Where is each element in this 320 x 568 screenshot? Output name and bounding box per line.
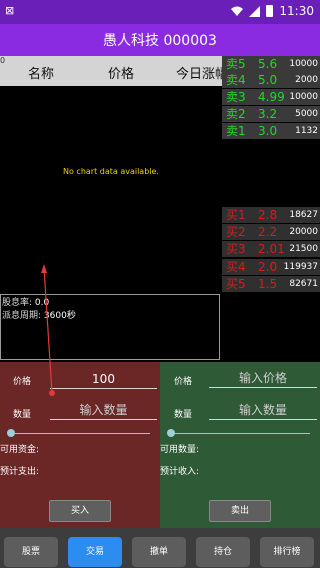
buy-level-label: 买1 [226, 208, 246, 222]
column-change: 今日涨幅 [176, 67, 222, 82]
buy-level-volume: 21500 [289, 244, 318, 254]
dividend-period-value: 3600秒 [43, 311, 76, 321]
stock-list-header: 0 名称 价格 今日涨幅 [0, 56, 222, 86]
status-icons: 11:30 [231, 4, 314, 18]
buy-level-label: 买4 [226, 260, 246, 274]
order-book-buy-1[interactable]: 买1 2.8 18627 [222, 207, 320, 223]
sell-qty-slider-track[interactable] [170, 433, 310, 434]
notification-icon: ⊠ [5, 4, 15, 17]
buy-level-volume: 18627 [289, 210, 318, 220]
order-book-buy-2[interactable]: 买2 2.2 20000 [222, 224, 320, 240]
sell-level-label: 卖1 [226, 124, 246, 138]
buy-price-input[interactable] [50, 369, 157, 389]
nav-cancel-order[interactable]: 撤单 [132, 537, 186, 567]
sell-qty-label: 数量 [174, 410, 193, 420]
buy-button[interactable]: 买入 [49, 500, 111, 522]
sell-qty-slider-knob[interactable] [167, 429, 175, 437]
sell-level-label: 卖5 [226, 57, 246, 71]
dividend-period-row: 派息周期: 3600秒 [2, 310, 218, 323]
sell-level-price: 3.0 [258, 124, 278, 138]
sell-panel: 价格 数量 可用数量: 预计收入: 卖出 [160, 362, 320, 528]
page-title: 愚人科技 000003 [103, 33, 217, 49]
sell-level-volume: 10000 [289, 59, 318, 69]
nav-stocks[interactable]: 股票 [4, 537, 58, 567]
buy-level-label: 买2 [226, 225, 246, 239]
sell-level-price: 5.6 [258, 57, 278, 71]
signal-icon [249, 5, 261, 17]
sell-level-volume: 1132 [295, 126, 318, 136]
status-bar: ⊠ 11:30 [0, 0, 320, 24]
sell-level-volume: 10000 [289, 92, 318, 102]
nav-trade[interactable]: 交易 [68, 537, 122, 567]
nav-leaderboard[interactable]: 排行榜 [260, 537, 314, 567]
bottom-nav: 股票 交易 撤单 持仓 排行榜 [0, 528, 320, 568]
available-funds-label: 可用资金: [0, 445, 40, 455]
order-book-sell-4[interactable]: 卖4 5.0 2000 [222, 72, 320, 88]
buy-level-label: 买5 [226, 277, 246, 291]
sell-price-label: 价格 [174, 377, 193, 387]
dividend-period-label: 派息周期: [2, 311, 42, 321]
buy-price-label: 价格 [13, 377, 32, 387]
sell-button[interactable]: 卖出 [209, 500, 271, 522]
price-chart: No chart data available. [0, 86, 222, 294]
sell-level-volume: 5000 [295, 109, 318, 119]
order-book-buy-4[interactable]: 买4 2.0 119937 [222, 259, 320, 275]
wifi-icon [231, 6, 244, 16]
buy-level-volume: 20000 [289, 227, 318, 237]
clock: 11:30 [279, 4, 314, 18]
dividend-info-box: 股息率: 0.0 派息周期: 3600秒 [0, 294, 220, 360]
buy-qty-slider-track[interactable] [10, 433, 150, 434]
buy-qty-label: 数量 [13, 410, 32, 420]
order-book-sell-5[interactable]: 卖5 5.6 10000 [222, 56, 320, 72]
buy-level-label: 买3 [226, 242, 246, 256]
column-price: 价格 [108, 67, 135, 82]
sell-price-input[interactable] [209, 368, 317, 388]
order-book-sell-3[interactable]: 卖3 4.99 10000 [222, 89, 320, 105]
header-corner-value: 0 [0, 56, 6, 65]
dividend-rate-row: 股息率: 0.0 [2, 297, 218, 310]
sell-level-price: 5.0 [258, 73, 278, 87]
buy-qty-input[interactable] [50, 400, 157, 420]
dividend-rate-label: 股息率: [2, 298, 33, 308]
sell-level-label: 卖3 [226, 90, 246, 104]
estimated-income-label: 预计收入: [160, 467, 200, 477]
sell-level-price: 4.99 [258, 90, 285, 104]
buy-level-volume: 82671 [289, 279, 318, 289]
title-bar: 愚人科技 000003 [0, 24, 320, 56]
sell-level-label: 卖2 [226, 107, 246, 121]
order-book-sell-2[interactable]: 卖2 3.2 5000 [222, 106, 320, 122]
estimated-cost-label: 预计支出: [0, 467, 40, 477]
column-name: 名称 [28, 67, 55, 82]
chart-empty-message: No chart data available. [63, 167, 159, 176]
sell-level-volume: 2000 [295, 75, 318, 85]
buy-level-price: 2.0 [258, 260, 278, 274]
buy-level-price: 2.01 [258, 242, 285, 256]
battery-icon [266, 5, 274, 17]
sell-qty-input[interactable] [209, 400, 317, 420]
sell-level-label: 卖4 [226, 73, 246, 87]
available-qty-label: 可用数量: [160, 445, 200, 455]
buy-level-price: 2.2 [258, 225, 278, 239]
order-book-buy-3[interactable]: 买3 2.01 21500 [222, 241, 320, 257]
sell-level-price: 3.2 [258, 107, 278, 121]
buy-level-volume: 119937 [283, 262, 318, 272]
order-book-buy-5[interactable]: 买5 1.5 82671 [222, 276, 320, 292]
buy-level-price: 1.5 [258, 277, 278, 291]
buy-panel: 价格 数量 可用资金: 预计支出: 买入 [0, 362, 160, 528]
nav-holdings[interactable]: 持仓 [196, 537, 250, 567]
buy-level-price: 2.8 [258, 208, 278, 222]
order-book-sell-1[interactable]: 卖1 3.0 1132 [222, 123, 320, 139]
dividend-rate-value: 0.0 [34, 298, 50, 308]
buy-qty-slider-knob[interactable] [7, 429, 15, 437]
